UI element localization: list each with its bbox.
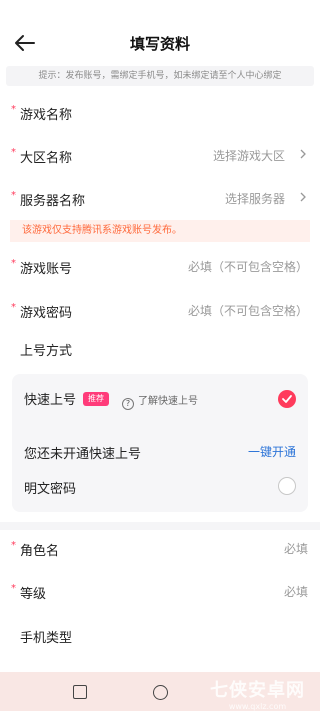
- phone-type-label: 手机类型: [20, 631, 73, 646]
- login-method-label: 上号方式: [20, 344, 73, 359]
- role-label: 角色名: [20, 544, 60, 559]
- home-icon[interactable]: [153, 685, 168, 700]
- level-row: * 等级 必填: [0, 569, 320, 613]
- login-method-card: 快速上号 推荐 ? 了解快速上号 您还未开通快速上号 一键开通 明文密码: [12, 374, 308, 512]
- region-label: 大区名称: [20, 151, 73, 166]
- region-row[interactable]: * 大区名称 选择游戏大区: [0, 133, 320, 177]
- required-mark: *: [11, 540, 16, 551]
- watermark-main: 七侠安卓网: [210, 680, 305, 701]
- account-row: * 游戏账号 必填（不可包含空格）: [0, 244, 320, 288]
- game-name-row[interactable]: * 游戏名称: [0, 90, 320, 134]
- password-label: 游戏密码: [20, 306, 73, 321]
- server-row[interactable]: * 服务器名称 选择服务器: [0, 176, 320, 220]
- required-mark: *: [11, 190, 16, 201]
- quick-login-help-link[interactable]: ? 了解快速上号: [122, 392, 198, 410]
- account-label: 游戏账号: [20, 262, 73, 277]
- plain-password-label: 明文密码: [24, 482, 77, 497]
- page-title: 填写资料: [129, 35, 190, 53]
- role-row: * 角色名 必填: [0, 526, 320, 570]
- watermark-url: www.qxlz.com: [228, 702, 287, 711]
- recommend-badge: 推荐: [83, 392, 109, 406]
- tencent-only-notice: 该游戏仅支持腾讯系游戏账号发布。: [10, 220, 310, 242]
- required-mark: *: [11, 104, 16, 115]
- required-mark: *: [11, 302, 16, 313]
- plain-password-radio[interactable]: [278, 477, 296, 495]
- chevron-right-icon: [300, 192, 306, 202]
- required-mark: *: [11, 147, 16, 158]
- required-mark: *: [11, 258, 16, 269]
- quick-login-not-enabled: 您还未开通快速上号: [24, 447, 142, 462]
- password-input[interactable]: 必填（不可包含空格）: [188, 302, 308, 319]
- phone-type-row[interactable]: 手机类型: [0, 613, 320, 657]
- chevron-right-icon: [300, 149, 306, 159]
- enable-quick-login-link[interactable]: 一键开通: [248, 443, 296, 460]
- region-select[interactable]: 选择游戏大区: [213, 147, 285, 164]
- site-watermark: 七侠安卓网 www.qxlz.com: [210, 676, 305, 711]
- quick-login-checkbox[interactable]: [278, 390, 296, 408]
- level-label: 等级: [20, 587, 47, 602]
- password-row: * 游戏密码 必填（不可包含空格）: [0, 288, 320, 332]
- account-input[interactable]: 必填（不可包含空格）: [188, 258, 308, 275]
- level-input[interactable]: 必填: [284, 583, 308, 600]
- server-select[interactable]: 选择服务器: [225, 190, 285, 207]
- game-name-label: 游戏名称: [20, 108, 73, 123]
- app-header: 填写资料: [0, 0, 320, 64]
- publish-tip: 提示：发布账号，需绑定手机号，如未绑定请至个人中心绑定: [6, 66, 314, 86]
- quick-login-option[interactable]: 快速上号 推荐 ? 了解快速上号: [12, 376, 308, 416]
- quick-login-help-text: 了解快速上号: [138, 396, 198, 407]
- server-label: 服务器名称: [20, 194, 86, 209]
- checkmark-icon: [282, 395, 292, 403]
- role-input[interactable]: 必填: [284, 540, 308, 557]
- quick-login-label: 快速上号: [24, 393, 77, 408]
- recent-apps-icon[interactable]: [73, 685, 87, 699]
- question-icon: ?: [122, 398, 134, 410]
- login-method-row: 上号方式: [0, 328, 320, 372]
- required-mark: *: [11, 583, 16, 594]
